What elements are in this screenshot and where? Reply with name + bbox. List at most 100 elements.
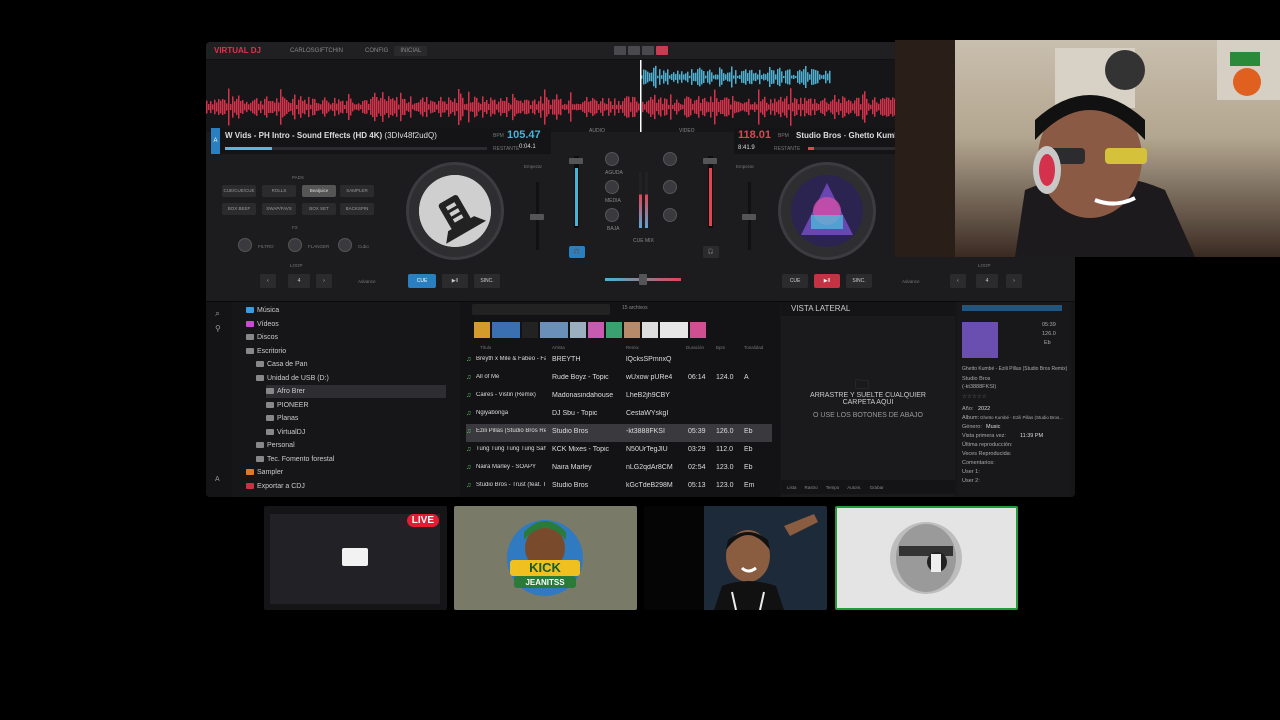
sync-button-a[interactable]: SINC. [474,274,500,288]
font-size-icon[interactable]: A [215,476,220,483]
pitch-fader-b[interactable] [742,214,756,220]
cue-button-b[interactable]: CUE [782,274,808,288]
play-button-a[interactable]: ▶II [442,274,468,288]
pad-button[interactable]: SWAP/FAVS [262,203,296,215]
volume-fader-b[interactable] [703,158,717,164]
drop-zone[interactable]: ARRASTRE Y SUELTE CUALQUIER CARPETA AQUI… [789,392,947,419]
jog-wheel-b[interactable] [778,162,876,260]
cover-thumb[interactable] [474,322,490,338]
folder-item[interactable]: Discos [246,331,446,344]
eq-mid-a[interactable] [605,180,619,194]
deck-a-progress[interactable] [225,147,487,150]
pad-button[interactable]: BOX SET [302,203,336,215]
cover-strip[interactable] [474,322,706,338]
song-row[interactable]: ♫ Tung Tung Tung Tung Sah... KCK Mixes - T… [466,442,772,460]
col-artist[interactable]: Artista [552,345,565,350]
eq-low-b[interactable] [663,208,677,222]
layout-2-button[interactable] [628,46,640,55]
cover-thumb[interactable] [690,322,706,338]
pad-button[interactable]: CUE/CUE/CUE [222,185,256,197]
participant-tile-active-speaker[interactable] [835,506,1018,610]
cover-thumb[interactable] [522,322,538,338]
folder-item[interactable]: Personal [256,439,446,452]
cover-thumb[interactable] [588,322,604,338]
fx2-knob[interactable] [288,238,302,252]
info-stars[interactable]: ☆☆☆☆☆ [962,394,987,400]
jog-wheel-a[interactable] [406,162,504,260]
cover-thumb[interactable] [606,322,622,338]
tempo-button[interactable]: Tempo [826,485,840,490]
trail-button[interactable]: Rastro [805,485,818,490]
song-row[interactable]: ♫ Caires - Vistin (Remix) Madonasindahouse… [466,388,772,406]
folder-item[interactable]: PIONEER [266,399,446,412]
loop-size-b[interactable]: 4 [976,274,998,288]
layout-1-button[interactable] [614,46,626,55]
eq-mid-b[interactable] [663,180,677,194]
loop-next-a[interactable]: › [316,274,332,288]
cover-thumb[interactable] [660,322,688,338]
play-button-b[interactable]: ▶II [814,274,840,288]
song-row[interactable]: ♫ Naira Marley - SOAPY Naira Marley nLG2qdA… [466,460,772,478]
participant-tile-screen[interactable]: LIVE [264,506,447,610]
cover-thumb[interactable] [624,322,640,338]
pad-button[interactable]: BACKSPIN [340,203,374,215]
loop-prev-a[interactable]: ‹ [260,274,276,288]
song-row[interactable]: ♫ All of Me Rude Boyz - Topic wUxow pURe4 06… [466,370,772,388]
automix-button[interactable]: Autom. [847,485,861,490]
search-input[interactable] [472,304,610,315]
eq-low-a[interactable] [605,208,619,222]
cover-thumb[interactable] [540,322,568,338]
song-row[interactable]: ♫ Breyth x Mile & Fabeo - Faz... BREYTH lQc… [466,352,772,370]
folder-item[interactable]: Casa de Pan [256,358,446,371]
folder-item[interactable]: Unidad de USB (D:) [256,372,446,385]
col-duration[interactable]: Duración [686,345,704,350]
layout-switcher[interactable] [614,46,668,55]
loop-size-a[interactable]: 4 [288,274,310,288]
folder-item[interactable]: Tec. Fomento forestal [256,453,446,466]
pad-button[interactable]: ROLLS [262,185,296,197]
cue-button-a[interactable]: CUE [408,274,436,288]
search-icon[interactable]: ⌕ [215,308,220,319]
col-title[interactable]: Título [480,345,491,350]
folder-item[interactable]: Sampler [246,466,446,479]
participant-tile-guest[interactable] [644,506,827,610]
cover-thumb[interactable] [570,322,586,338]
deck-b-progress[interactable] [808,147,904,150]
folder-item[interactable]: Vídeos [246,318,446,331]
config-select[interactable]: INICIAL [394,45,428,56]
song-row[interactable]: ♫ Studio Bros - Trust (feat. T... Studio B… [466,478,772,496]
song-row[interactable]: ♫ Ngiyabonga DJ Sbu - Topic CestaWYskgI [466,406,772,424]
layout-4-button[interactable] [656,46,668,55]
cover-thumb[interactable] [642,322,658,338]
headphone-cue-b[interactable]: 🎧 [703,246,719,258]
col-bpm[interactable]: Bpm [716,345,725,350]
folder-item[interactable]: Exportar a CDJ [246,480,446,493]
crossfader[interactable] [639,274,647,285]
pad-button[interactable]: BOX BEEF [222,203,256,215]
user-account[interactable]: CARLOSGIFTCHIN [290,48,343,54]
cover-thumb[interactable] [492,322,520,338]
record-button[interactable]: Grabar [870,485,884,490]
fx3-knob[interactable] [338,238,352,252]
filter-icon[interactable]: ⚲ [215,324,221,333]
pitch-fader-a[interactable] [530,214,544,220]
pad-button[interactable]: SAMPLER [340,185,374,197]
fx1-knob[interactable] [238,238,252,252]
folder-item[interactable]: Planas [266,412,446,425]
col-remix[interactable]: Remix [626,345,639,350]
participant-tile-kick[interactable]: KICK JEANITSS [454,506,637,610]
folder-item[interactable]: Escritorio [246,345,446,358]
eq-high-a[interactable] [605,152,619,166]
folder-item[interactable]: Afro Brer [266,385,446,398]
folder-item[interactable]: VirtualDJ [266,426,446,439]
eq-high-b[interactable] [663,152,677,166]
song-row[interactable]: ♫ Ezili Pillas (Studio Bros Re... Studio B… [466,424,772,442]
volume-fader-a[interactable] [569,158,583,164]
headphone-cue-a[interactable]: 🎧 [569,246,585,258]
folder-item[interactable]: Música [246,304,446,317]
col-key[interactable]: Tonalidad [744,345,763,350]
loop-prev-b[interactable]: ‹ [950,274,966,288]
sync-button-b[interactable]: SINC. [846,274,872,288]
loop-next-b[interactable]: › [1006,274,1022,288]
pad-button[interactable]: Beatjuice [302,185,336,197]
